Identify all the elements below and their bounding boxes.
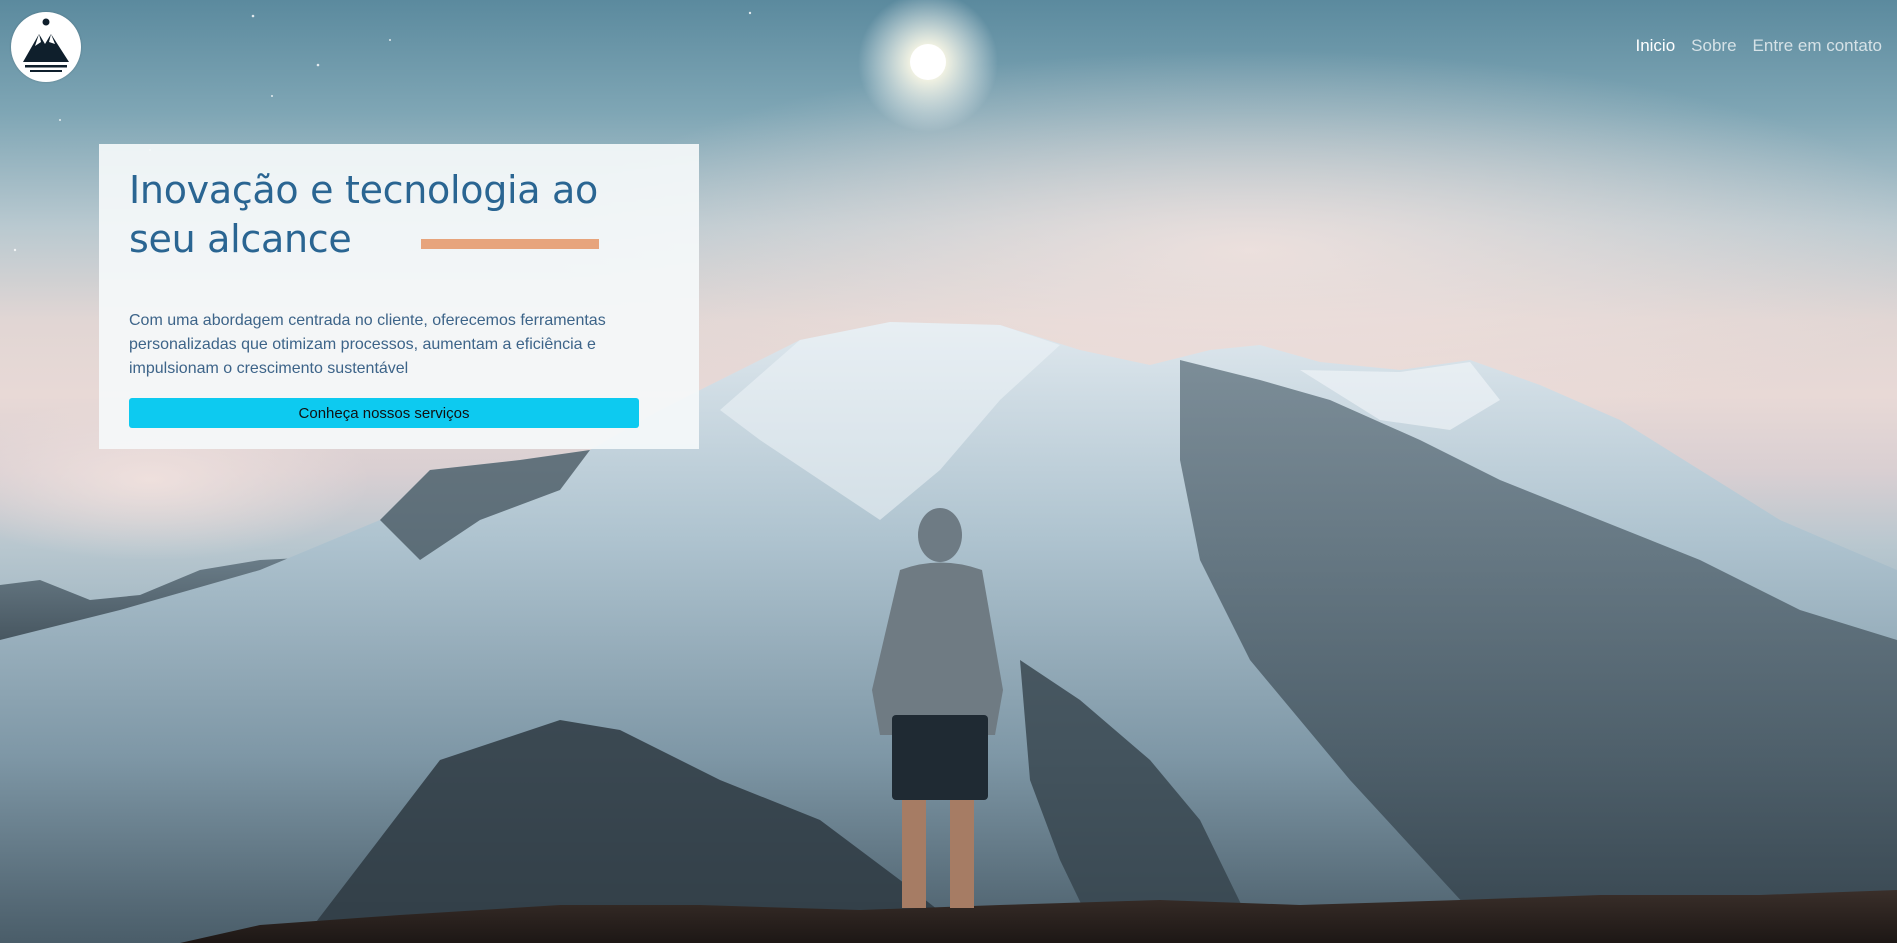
brand-logo[interactable]: [11, 12, 81, 82]
mountain-background-image: [0, 0, 1897, 943]
nav-link-sobre[interactable]: Sobre: [1691, 36, 1736, 56]
mountain-logo-icon: [12, 13, 80, 81]
hero-section: Inicio Sobre Entre em contato Inovação e…: [0, 0, 1897, 943]
nav-link-contato[interactable]: Entre em contato: [1753, 36, 1882, 56]
title-accent-bar: [421, 239, 599, 249]
hero-description: Com uma abordagem centrada no cliente, o…: [129, 312, 606, 377]
top-navigation: Inicio Sobre Entre em contato: [1635, 36, 1882, 56]
services-cta-button[interactable]: Conheça nossos serviços: [129, 398, 639, 428]
nav-link-inicio[interactable]: Inicio: [1635, 36, 1675, 56]
hero-card: Inovação e tecnologia ao seu alcance Com…: [99, 144, 699, 449]
hero-title: Inovação e tecnologia ao seu alcance: [129, 168, 598, 261]
